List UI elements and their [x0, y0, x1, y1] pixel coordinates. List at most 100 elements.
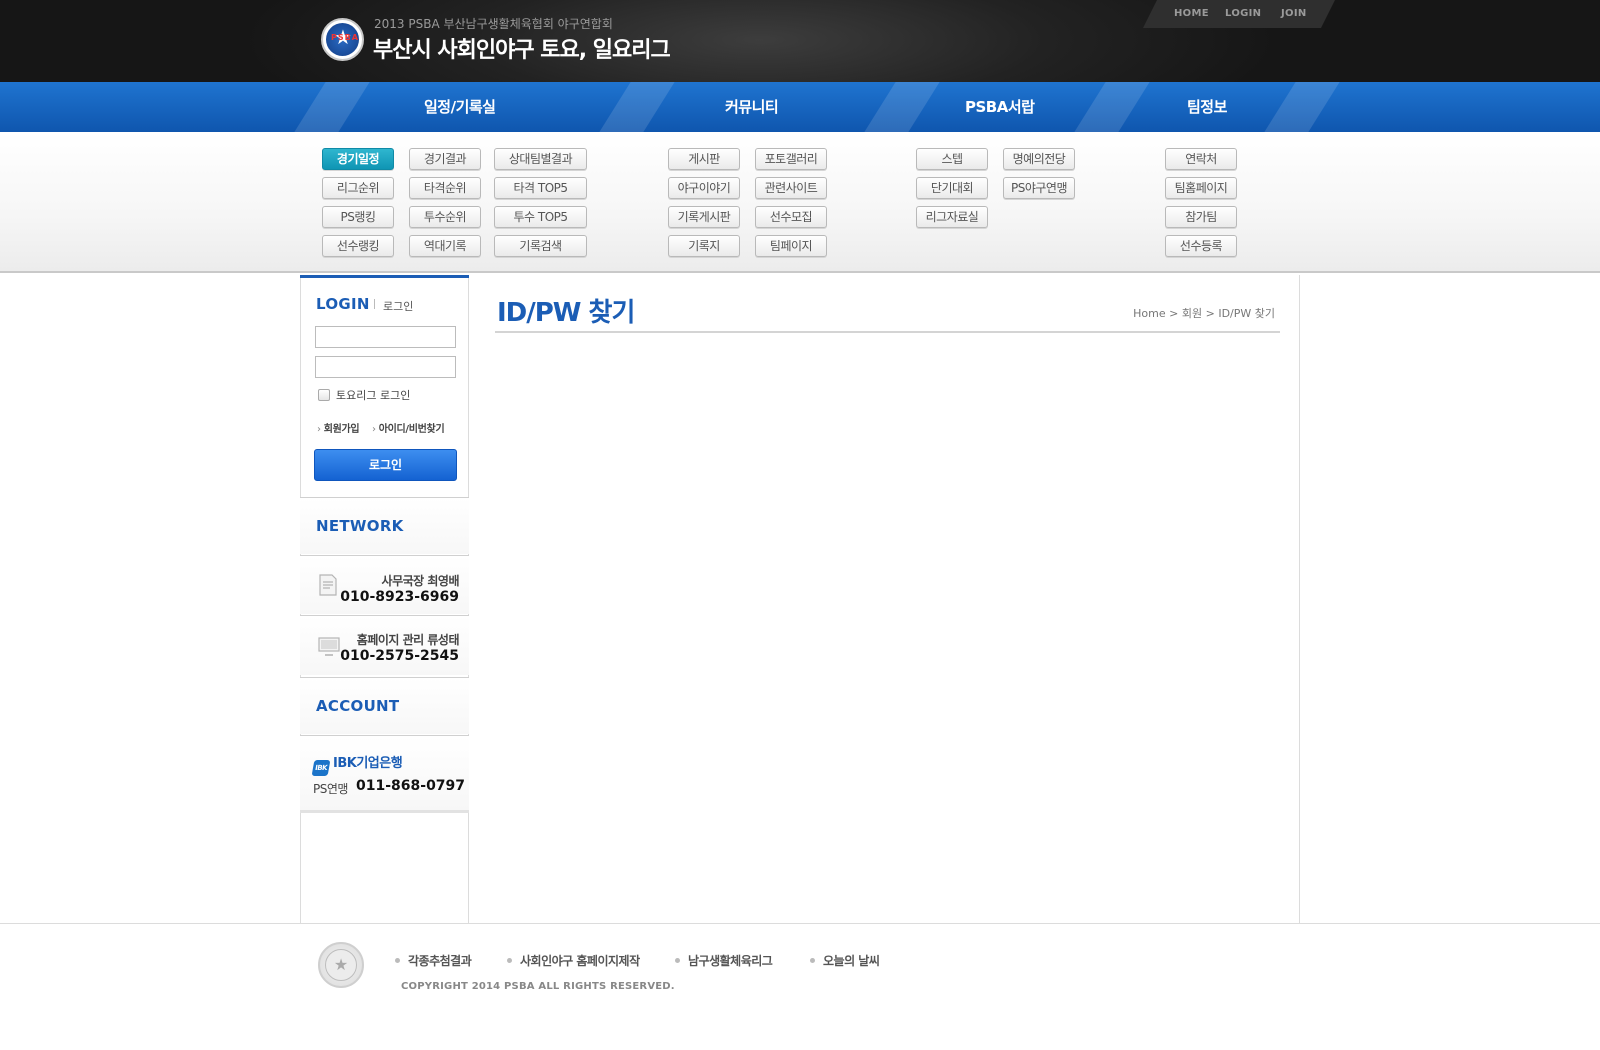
- footer-logo-star-icon: ★: [325, 949, 357, 981]
- contact-card: 사무국장 최영배 010-8923-6969: [300, 555, 469, 614]
- nav-item-schedule[interactable]: 일정/기록실: [424, 96, 496, 117]
- breadcrumb-separator: >: [1205, 307, 1219, 320]
- nav-divider: [1074, 82, 1150, 132]
- contact-name: 사무국장 최영배: [381, 574, 460, 588]
- submenu-contacts[interactable]: 연락처: [1165, 148, 1237, 170]
- site-footer: ★ 각종추첨결과 사회인야구 홈페이지제작 남구생활체육리그 오늘의 날씨 CO…: [0, 923, 1600, 1050]
- contact-phone: 010-8923-6969: [340, 589, 459, 605]
- login-link[interactable]: LOGIN: [1225, 8, 1261, 19]
- site-header: ★ PSBA 2013 PSBA 부산남구생활체육협회 야구연합회 부산시 사회…: [0, 0, 1600, 82]
- login-password-input[interactable]: [315, 356, 456, 378]
- nav-item-community[interactable]: 커뮤니티: [725, 96, 779, 117]
- submenu-all-time-records[interactable]: 역대기록: [409, 235, 481, 257]
- footer-link-label: 각종추첨결과: [408, 954, 472, 968]
- bullet-icon: [675, 958, 680, 963]
- contact-phone: 010-2575-2545: [340, 648, 459, 664]
- psba-logo[interactable]: ★ PSBA: [321, 18, 364, 61]
- submenu-panel: 경기일정 경기결과 상대팀별결과 리그순위 타격순위 타격 TOP5 PS랭킹 …: [0, 132, 1600, 273]
- nav-item-team[interactable]: 팀정보: [1187, 96, 1227, 117]
- submenu-short-tournament[interactable]: 단기대회: [916, 177, 988, 199]
- saturday-league-checkbox[interactable]: [318, 389, 330, 401]
- footer-logo: ★: [318, 942, 364, 988]
- monitor-icon: [318, 637, 340, 656]
- title-divider: [495, 331, 1280, 333]
- saturday-league-checkbox-label: 토요리그 로그인: [336, 389, 411, 402]
- footer-link-homepage-build[interactable]: 사회인야구 홈페이지제작: [507, 952, 640, 969]
- account-number: 011-868-0797: [356, 778, 466, 794]
- footer-link-weather[interactable]: 오늘의 날씨: [810, 952, 880, 969]
- breadcrumb-home[interactable]: Home: [1133, 307, 1165, 320]
- submenu-baseball-stories[interactable]: 야구이야기: [668, 177, 740, 199]
- ibk-logo-icon: IBK: [311, 760, 331, 776]
- chevron-right-icon: ›: [372, 424, 376, 435]
- join-link[interactable]: JOIN: [1281, 8, 1307, 19]
- submenu-pitching-rank[interactable]: 투수순위: [409, 206, 481, 228]
- network-title: NETWORK: [316, 517, 404, 535]
- footer-link-namgu-league[interactable]: 남구생활체육리그: [675, 952, 773, 969]
- submenu-batting-rank[interactable]: 타격순위: [409, 177, 481, 199]
- submenu-head-to-head[interactable]: 상대팀별결과: [494, 148, 587, 170]
- nav-divider: [599, 82, 675, 132]
- breadcrumb-member[interactable]: 회원: [1182, 307, 1202, 320]
- login-button[interactable]: 로그인: [314, 449, 457, 481]
- submenu-staff[interactable]: 스텝: [916, 148, 988, 170]
- submenu-team-page[interactable]: 팀페이지: [755, 235, 827, 257]
- logo-text: PSBA: [331, 33, 359, 42]
- network-box: NETWORK: [300, 497, 469, 554]
- chevron-right-icon: ›: [317, 424, 321, 435]
- breadcrumb-separator: >: [1169, 307, 1182, 320]
- site-title[interactable]: 부산시 사회인야구 토요, 일요리그: [373, 32, 671, 64]
- submenu-player-registration[interactable]: 선수등록: [1165, 235, 1237, 257]
- submenu-league-archive[interactable]: 리그자료실: [916, 206, 988, 228]
- submenu-schedule[interactable]: 경기일정: [322, 148, 394, 170]
- join-member-link[interactable]: › 회원가입: [317, 420, 360, 435]
- submenu-league-rank[interactable]: 리그순위: [322, 177, 394, 199]
- login-title: LOGIN: [316, 295, 370, 313]
- utility-links: HOME LOGIN JOIN: [1143, 0, 1335, 28]
- home-link[interactable]: HOME: [1174, 8, 1209, 19]
- submenu-player-recruit[interactable]: 선수모집: [755, 206, 827, 228]
- login-id-input[interactable]: [315, 326, 456, 348]
- bank-name: IBK IBK기업은행: [311, 752, 403, 776]
- document-icon: [319, 574, 337, 596]
- contact-card: 홈페이지 관리 류성태 010-2575-2545: [300, 615, 469, 675]
- submenu-scoresheet[interactable]: 기록지: [668, 235, 740, 257]
- find-id-pw-link[interactable]: › 아이디/비번찾기: [372, 420, 445, 435]
- sidebar-accent-line: [300, 275, 469, 278]
- nav-item-drawer[interactable]: PSBA서랍: [965, 96, 1035, 117]
- bullet-icon: [395, 958, 400, 963]
- submenu-participating-teams[interactable]: 참가팀: [1165, 206, 1237, 228]
- footer-link-draw-results[interactable]: 각종추첨결과: [395, 952, 472, 969]
- join-member-label: 회원가입: [323, 424, 360, 435]
- submenu-team-homepage[interactable]: 팀홈페이지: [1165, 177, 1237, 199]
- submenu-results[interactable]: 경기결과: [409, 148, 481, 170]
- submenu-related-sites[interactable]: 관련사이트: [755, 177, 827, 199]
- submenu-ps-ranking[interactable]: PS랭킹: [322, 206, 394, 228]
- submenu-ps-federation[interactable]: PS야구연맹: [1003, 177, 1075, 199]
- breadcrumb: Home > 회원 > ID/PW 찾기: [1133, 305, 1275, 321]
- breadcrumb-current: ID/PW 찾기: [1218, 307, 1275, 320]
- find-id-pw-label: 아이디/비번찾기: [378, 424, 445, 435]
- footer-link-label: 오늘의 날씨: [823, 954, 880, 968]
- page-title: ID/PW 찾기: [497, 298, 635, 328]
- nav-divider: [294, 82, 370, 132]
- contact-name: 홈페이지 관리 류성태: [356, 633, 460, 647]
- title-separator: [374, 299, 375, 309]
- submenu-photo-gallery[interactable]: 포토갤러리: [755, 148, 827, 170]
- footer-link-label: 남구생활체육리그: [688, 954, 773, 968]
- submenu-board[interactable]: 게시판: [668, 148, 740, 170]
- submenu-record-search[interactable]: 기록검색: [494, 235, 587, 257]
- site-subtitle: 2013 PSBA 부산남구생활체육협회 야구연합회: [374, 17, 613, 31]
- bank-label: IBK기업은행: [333, 756, 403, 771]
- submenu-record-board[interactable]: 기록게시판: [668, 206, 740, 228]
- submenu-hall-of-fame[interactable]: 명예의전당: [1003, 148, 1075, 170]
- submenu-batting-top5[interactable]: 타격 TOP5: [494, 177, 587, 199]
- copyright: COPYRIGHT 2014 PSBA ALL RIGHTS RESERVED.: [401, 981, 675, 992]
- submenu-player-ranking[interactable]: 선수랭킹: [322, 235, 394, 257]
- nav-divider: [864, 82, 940, 132]
- bank-account-card: IBK IBK기업은행 PS연맹 011-868-0797: [300, 735, 469, 813]
- submenu-pitching-top5[interactable]: 투수 TOP5: [494, 206, 587, 228]
- account-box: ACCOUNT: [300, 677, 469, 734]
- sidebar: LOGIN 로그인 토요리그 로그인 › 회원가입 › 아이디/비번찾기 로그인 N…: [300, 275, 469, 923]
- account-owner: PS연맹: [313, 782, 348, 796]
